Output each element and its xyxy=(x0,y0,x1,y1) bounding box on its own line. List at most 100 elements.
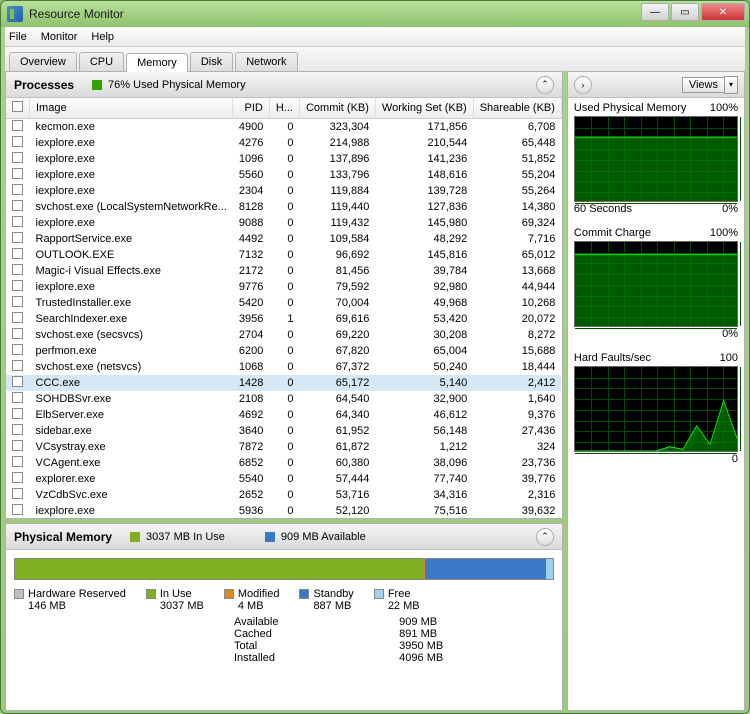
physmem-header[interactable]: Physical Memory 3037 MB In Use 909 MB Av… xyxy=(6,524,562,550)
row-checkbox[interactable] xyxy=(12,216,23,227)
table-row[interactable]: perfmon.exe6200067,82065,00415,688 xyxy=(6,343,561,359)
cell-ws: 92,980 xyxy=(375,279,473,295)
table-row[interactable]: iexplore.exe90880119,432145,98069,324 xyxy=(6,215,561,231)
cell-image: SearchIndexer.exe xyxy=(30,311,233,327)
table-row[interactable]: svchost.exe (LocalSystemNetworkRe...8128… xyxy=(6,199,561,215)
table-row[interactable]: SOHDBSvr.exe2108064,54032,9001,640 xyxy=(6,391,561,407)
table-row[interactable]: iexplore.exe5936052,12075,51639,632 xyxy=(6,503,561,518)
tab-disk[interactable]: Disk xyxy=(190,52,233,71)
row-checkbox[interactable] xyxy=(12,392,23,403)
cell-image: sidebar.exe xyxy=(30,423,233,439)
col-pid[interactable]: PID xyxy=(233,98,269,119)
menu-help[interactable]: Help xyxy=(91,31,114,43)
cell-ws: 49,968 xyxy=(375,295,473,311)
table-row[interactable]: iexplore.exe9776079,59292,98044,944 xyxy=(6,279,561,295)
cell-hard: 0 xyxy=(269,151,299,167)
tab-cpu[interactable]: CPU xyxy=(79,52,124,71)
row-checkbox[interactable] xyxy=(12,136,23,147)
cell-commit: 64,540 xyxy=(299,391,375,407)
row-checkbox[interactable] xyxy=(12,296,23,307)
row-checkbox[interactable] xyxy=(12,424,23,435)
table-row[interactable]: CCC.exe1428065,1725,1402,412 xyxy=(6,375,561,391)
table-row[interactable]: VCsystray.exe7872061,8721,212324 xyxy=(6,439,561,455)
table-row[interactable]: TrustedInstaller.exe5420070,00449,96810,… xyxy=(6,295,561,311)
table-row[interactable]: iexplore.exe10960137,896141,23651,852 xyxy=(6,151,561,167)
table-row[interactable]: Magic-i Visual Effects.exe2172081,45639,… xyxy=(6,263,561,279)
cell-hard: 0 xyxy=(269,471,299,487)
summary-label: Available xyxy=(234,616,389,628)
table-row[interactable]: kecmon.exe49000323,304171,8566,708 xyxy=(6,119,561,136)
cell-commit: 52,120 xyxy=(299,503,375,518)
select-all-checkbox[interactable] xyxy=(12,101,23,112)
table-row[interactable]: iexplore.exe55600133,796148,61655,204 xyxy=(6,167,561,183)
row-checkbox[interactable] xyxy=(12,200,23,211)
tab-network[interactable]: Network xyxy=(235,52,297,71)
row-checkbox[interactable] xyxy=(12,248,23,259)
row-checkbox[interactable] xyxy=(12,264,23,275)
table-row[interactable]: svchost.exe (secsvcs)2704069,22030,2088,… xyxy=(6,327,561,343)
cell-image: CCC.exe xyxy=(30,375,233,391)
table-row[interactable]: ElbServer.exe4692064,34046,6129,376 xyxy=(6,407,561,423)
menu-monitor[interactable]: Monitor xyxy=(41,31,78,43)
row-checkbox[interactable] xyxy=(12,312,23,323)
views-button[interactable]: Views xyxy=(682,77,725,93)
col-commit[interactable]: Commit (KB) xyxy=(299,98,375,119)
processes-header[interactable]: Processes 76% Used Physical Memory ⌃ xyxy=(6,72,562,98)
minimize-button[interactable]: — xyxy=(641,3,669,21)
expand-graphs-icon[interactable]: › xyxy=(574,76,592,94)
table-row[interactable]: OUTLOOK.EXE7132096,692145,81665,012 xyxy=(6,247,561,263)
row-checkbox[interactable] xyxy=(12,360,23,371)
app-icon xyxy=(7,6,23,22)
graph-g3: Hard Faults/sec1000 xyxy=(568,348,744,473)
cell-hard: 0 xyxy=(269,215,299,231)
row-checkbox[interactable] xyxy=(12,328,23,339)
close-button[interactable]: ✕ xyxy=(701,3,745,21)
views-dropdown-icon[interactable]: ▾ xyxy=(724,76,738,94)
row-checkbox[interactable] xyxy=(12,504,23,515)
graph-min: 0 xyxy=(732,453,738,465)
table-row[interactable]: sidebar.exe3640061,95256,14827,436 xyxy=(6,423,561,439)
table-row[interactable]: iexplore.exe23040119,884139,72855,264 xyxy=(6,183,561,199)
table-row[interactable]: iexplore.exe42760214,988210,54465,448 xyxy=(6,135,561,151)
row-checkbox[interactable] xyxy=(12,376,23,387)
row-checkbox[interactable] xyxy=(12,152,23,163)
col-ws[interactable]: Working Set (KB) xyxy=(375,98,473,119)
row-checkbox[interactable] xyxy=(12,120,23,131)
row-checkbox[interactable] xyxy=(12,280,23,291)
table-row[interactable]: VCAgent.exe6852060,38038,09623,736 xyxy=(6,455,561,471)
tab-memory[interactable]: Memory xyxy=(126,53,188,72)
legend-value: 4 MB xyxy=(238,600,280,612)
row-checkbox[interactable] xyxy=(12,408,23,419)
cell-image: TrustedInstaller.exe xyxy=(30,295,233,311)
tab-strip: Overview CPU Memory Disk Network xyxy=(5,47,745,71)
table-row[interactable]: svchost.exe (netsvcs)1068067,37250,24018… xyxy=(6,359,561,375)
row-checkbox[interactable] xyxy=(12,344,23,355)
legend-swatch xyxy=(146,589,156,599)
memory-usage-text: 76% Used Physical Memory xyxy=(108,79,246,91)
titlebar[interactable]: Resource Monitor — ▭ ✕ xyxy=(1,1,749,27)
tab-overview[interactable]: Overview xyxy=(9,52,77,71)
table-row[interactable]: explorer.exe5540057,44477,74039,776 xyxy=(6,471,561,487)
row-checkbox[interactable] xyxy=(12,472,23,483)
row-checkbox[interactable] xyxy=(12,232,23,243)
row-checkbox[interactable] xyxy=(12,440,23,451)
col-hard[interactable]: H... xyxy=(269,98,299,119)
processes-table-scroll[interactable]: Image PID H... Commit (KB) Working Set (… xyxy=(6,98,562,518)
table-row[interactable]: SearchIndexer.exe3956169,61653,42020,072 xyxy=(6,311,561,327)
seg-free xyxy=(546,559,553,579)
menu-file[interactable]: File xyxy=(9,31,27,43)
col-share[interactable]: Shareable (KB) xyxy=(473,98,561,119)
table-row[interactable]: RapportService.exe44920109,58448,2927,71… xyxy=(6,231,561,247)
cell-commit: 96,692 xyxy=(299,247,375,263)
row-checkbox[interactable] xyxy=(12,184,23,195)
collapse-icon[interactable]: ⌃ xyxy=(536,76,554,94)
collapse-icon[interactable]: ⌃ xyxy=(536,528,554,546)
maximize-button[interactable]: ▭ xyxy=(671,3,699,21)
row-checkbox[interactable] xyxy=(12,488,23,499)
row-checkbox[interactable] xyxy=(12,456,23,467)
summary-value: 4096 MB xyxy=(399,652,554,664)
table-row[interactable]: VzCdbSvc.exe2652053,71634,3162,316 xyxy=(6,487,561,503)
cell-ws: 46,612 xyxy=(375,407,473,423)
row-checkbox[interactable] xyxy=(12,168,23,179)
col-image[interactable]: Image xyxy=(30,98,233,119)
